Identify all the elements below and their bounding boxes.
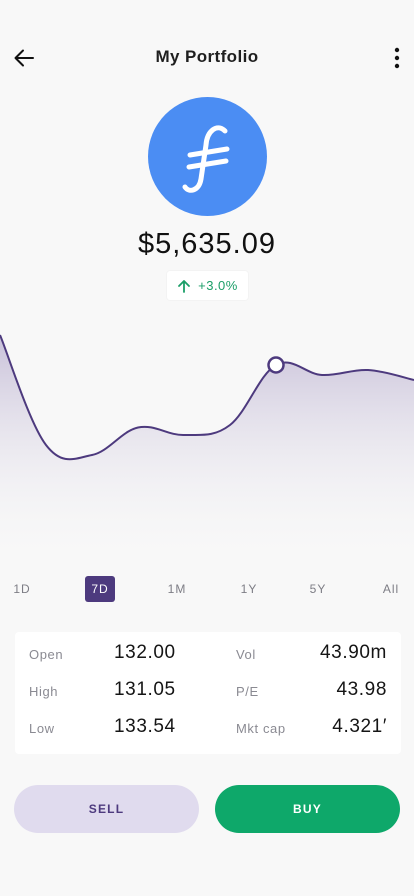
vol-value: 43.90m (320, 642, 387, 663)
range-tab-7d[interactable]: 7D (85, 576, 115, 602)
buy-button[interactable]: BUY (215, 785, 400, 833)
change-percent: +3.0% (198, 278, 238, 293)
filecoin-icon (182, 124, 229, 193)
portfolio-value: $5,635.09 (137, 228, 276, 260)
arrow-up-icon (178, 279, 191, 293)
stats-row-1: Open 132.00 Vol 43.90m (15, 638, 401, 674)
stats-panel: Open 132.00 Vol 43.90m High 131.05 P/E 4… (15, 632, 401, 754)
open-label: Open (29, 647, 64, 662)
high-label: High (29, 684, 59, 699)
high-value: 131.05 (114, 679, 176, 700)
more-menu-button[interactable] (386, 44, 408, 72)
low-label: Low (29, 721, 55, 736)
low-value: 133.54 (114, 716, 176, 737)
range-tab-all[interactable]: All (373, 576, 409, 602)
range-tab-1y[interactable]: 1Y (231, 576, 267, 602)
more-vertical-icon (394, 47, 400, 69)
open-value: 132.00 (114, 642, 176, 663)
stats-row-3: Low 133.54 Mkt cap 4.321′ (15, 712, 401, 748)
stats-row-2: High 131.05 P/E 43.98 (15, 675, 401, 711)
chart-highlight-point[interactable] (267, 356, 285, 374)
range-tab-1m[interactable]: 1M (159, 576, 195, 602)
pe-value: 43.98 (336, 679, 387, 700)
asset-logo (148, 97, 267, 216)
page-title: My Portfolio (155, 47, 259, 66)
mktcap-value: 4.321′ (332, 716, 387, 737)
sell-button[interactable]: SELL (14, 785, 199, 833)
mktcap-label: Mkt cap (236, 721, 286, 736)
price-chart[interactable] (0, 300, 414, 570)
vol-label: Vol (236, 647, 256, 662)
range-tab-5y[interactable]: 5Y (300, 576, 336, 602)
time-range-selector: 1D 7D 1M 1Y 5Y All (0, 576, 414, 602)
range-tab-1d[interactable]: 1D (4, 576, 40, 602)
pe-label: P/E (236, 684, 259, 699)
change-badge: +3.0% (167, 271, 248, 300)
